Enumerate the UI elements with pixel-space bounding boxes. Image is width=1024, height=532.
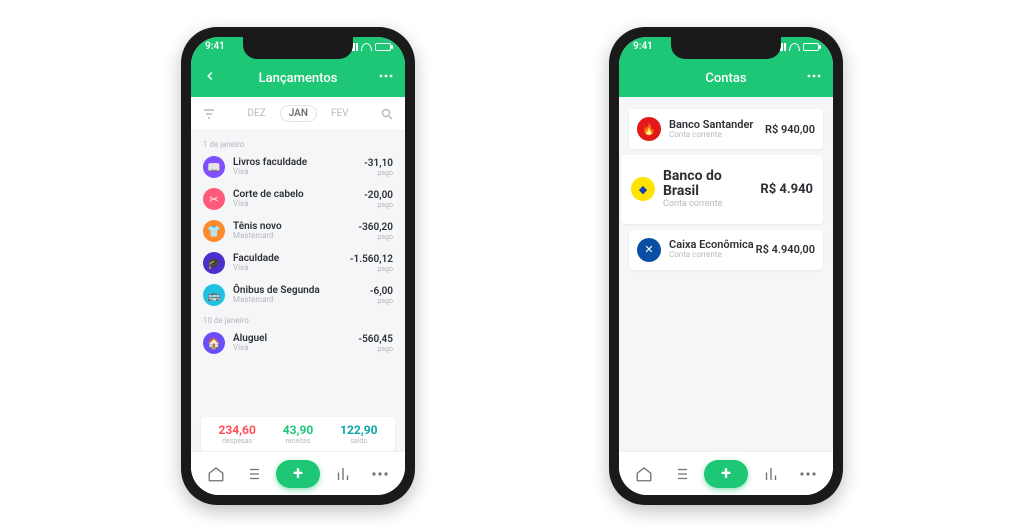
- month-next[interactable]: FEV: [331, 108, 349, 119]
- section-header: 1 de janeiro: [203, 140, 393, 149]
- phone-notch: [671, 37, 781, 59]
- summary-balance-value: 122,90: [340, 423, 377, 437]
- bank-icon: ◆: [631, 177, 655, 201]
- phone-notch: [243, 37, 353, 59]
- bank-icon: 🔥: [637, 117, 661, 141]
- back-button[interactable]: [201, 67, 219, 85]
- transaction-row[interactable]: 👕 Tênis novoMastercard -360,20pago: [201, 215, 395, 247]
- more-button[interactable]: [805, 67, 823, 85]
- tab-bar: +: [619, 451, 833, 495]
- transaction-row[interactable]: ✂ Corte de cabeloVisa -20,00pago: [201, 183, 395, 215]
- transaction-row[interactable]: 📖 Livros faculdadeVisa -31,10pago: [201, 151, 395, 183]
- more-tab[interactable]: [365, 459, 395, 489]
- status-time: 9:41: [633, 41, 653, 52]
- tab-bar: +: [191, 451, 405, 495]
- summary-income-value: 43,90: [283, 423, 314, 437]
- shirt-icon: 👕: [203, 220, 225, 242]
- home-tab[interactable]: [629, 459, 659, 489]
- section-header: 10 de janeiro: [203, 316, 393, 325]
- summary-card: 234,60despesas 43,90receitas 122,90saldo: [201, 417, 395, 451]
- phone-accounts: 9:41 Contas 🔥 Banco SantanderConta corre…: [609, 27, 843, 505]
- home-icon: 🏠: [203, 332, 225, 354]
- transaction-list[interactable]: 1 de janeiro 📖 Livros faculdadeVisa -31,…: [191, 131, 405, 421]
- header-title: Contas: [705, 71, 746, 86]
- list-tab[interactable]: [666, 459, 696, 489]
- home-tab[interactable]: [201, 459, 231, 489]
- account-card-expanded[interactable]: ◆ Banco do BrasilConta corrente R$ 4.940: [621, 155, 823, 224]
- filter-button[interactable]: [195, 97, 223, 130]
- battery-icon: [803, 43, 819, 51]
- wifi-icon: [789, 43, 800, 51]
- account-card[interactable]: 🔥 Banco SantanderConta corrente R$ 940,0…: [629, 109, 823, 149]
- reports-tab[interactable]: [756, 459, 786, 489]
- more-button[interactable]: [377, 67, 395, 85]
- summary-expense-value: 234,60: [218, 423, 255, 437]
- wifi-icon: [361, 43, 372, 51]
- battery-icon: [375, 43, 391, 51]
- month-current[interactable]: JAN: [280, 105, 317, 122]
- scissors-icon: ✂: [203, 188, 225, 210]
- search-button[interactable]: [373, 97, 401, 130]
- book-icon: 📖: [203, 156, 225, 178]
- phone-transactions: 9:41 Lançamentos: [181, 27, 415, 505]
- header-title: Lançamentos: [259, 71, 338, 86]
- account-card[interactable]: ✕ Caixa EconômicaConta corrente R$ 4.940…: [629, 230, 823, 270]
- reports-tab[interactable]: [328, 459, 358, 489]
- bus-icon: 🚌: [203, 284, 225, 306]
- transaction-row[interactable]: 🚌 Ônibus de SegundaMastercard -6,00pago: [201, 279, 395, 311]
- status-time: 9:41: [205, 41, 225, 52]
- month-prev[interactable]: DEZ: [247, 108, 265, 119]
- month-selector: DEZ JAN FEV: [191, 97, 405, 131]
- more-tab[interactable]: [793, 459, 823, 489]
- add-button[interactable]: +: [276, 460, 320, 488]
- bank-icon: ✕: [637, 238, 661, 262]
- transaction-row[interactable]: 🏠 AluguelVisa -560,45pago: [201, 327, 395, 359]
- accounts-list[interactable]: 🔥 Banco SantanderConta corrente R$ 940,0…: [619, 97, 833, 421]
- transaction-row[interactable]: 🎓 FaculdadeVisa -1.560,12pago: [201, 247, 395, 279]
- add-button[interactable]: +: [704, 460, 748, 488]
- cap-icon: 🎓: [203, 252, 225, 274]
- list-tab[interactable]: [238, 459, 268, 489]
